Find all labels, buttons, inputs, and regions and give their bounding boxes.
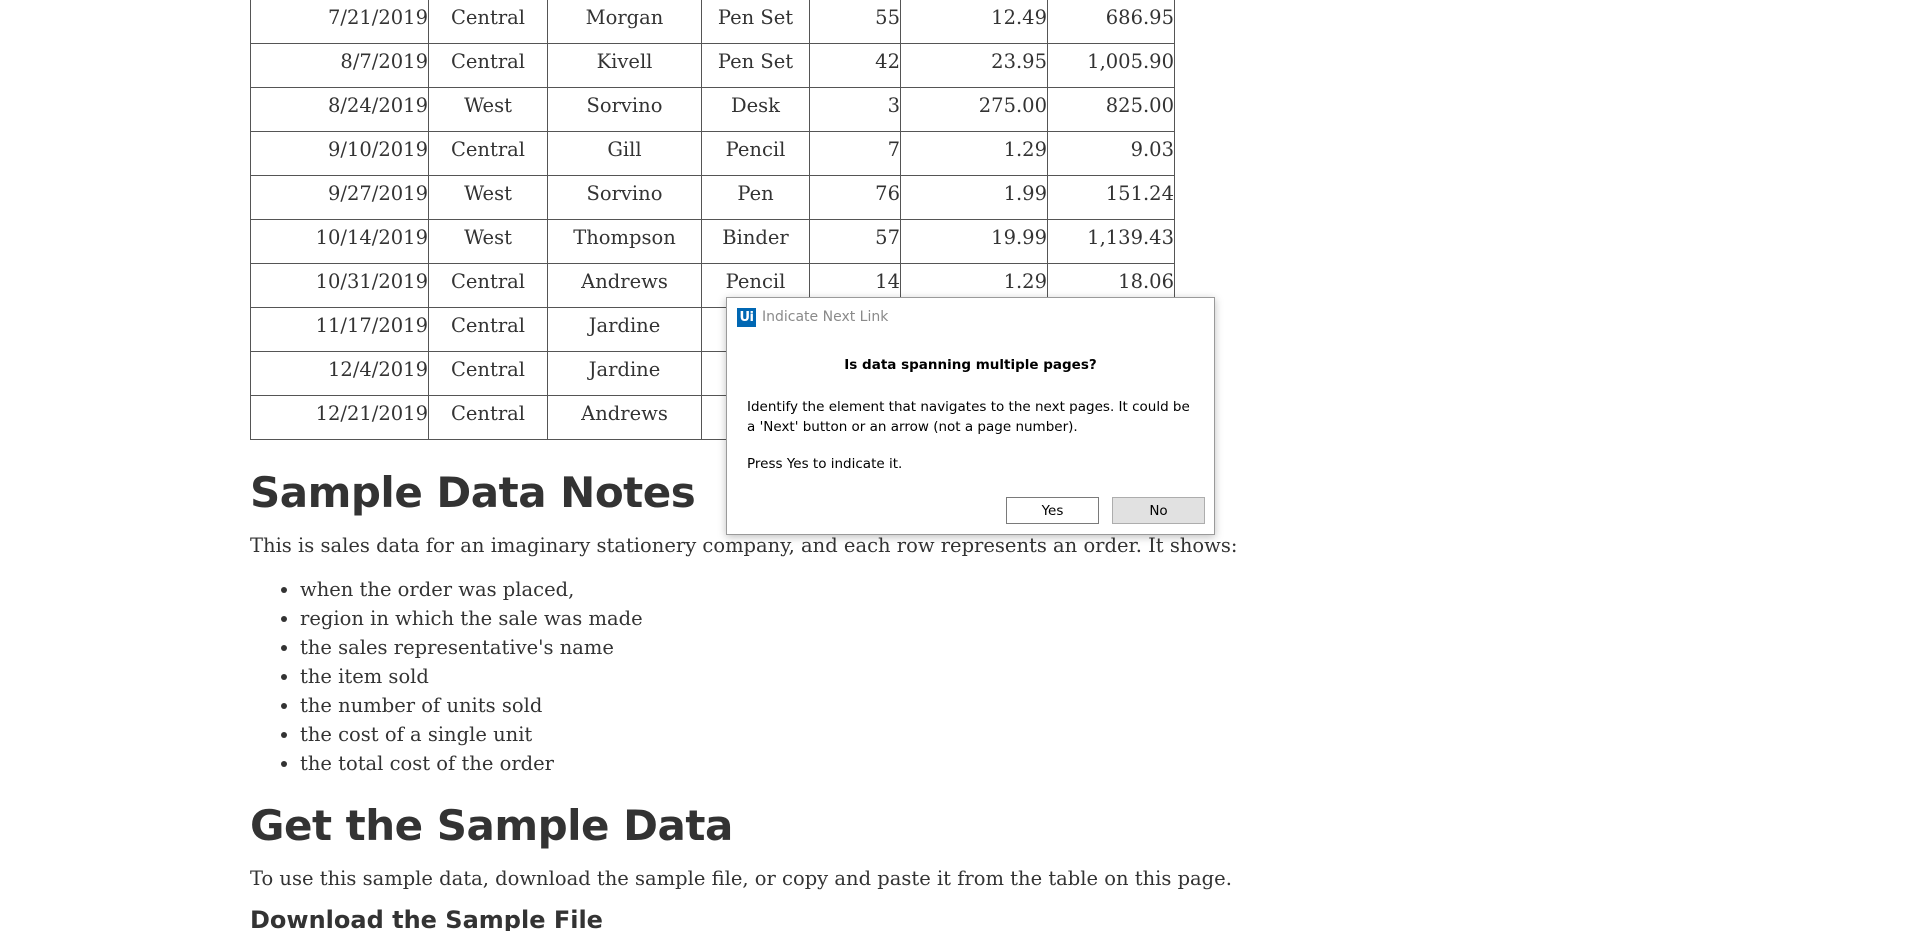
unit-cost-cell: 1.99 <box>900 175 1048 220</box>
unit-cost-cell: 23.95 <box>900 43 1048 88</box>
order-date-cell: 12/21/2019 <box>250 395 429 440</box>
units-cell: 3 <box>809 87 901 132</box>
order-date-cell: 8/24/2019 <box>250 87 429 132</box>
rep-cell: Thompson <box>547 219 702 264</box>
item-cell: Pen Set <box>701 0 810 44</box>
region-cell: West <box>428 175 548 220</box>
total-cell: 1,005.90 <box>1047 43 1175 88</box>
rep-cell: Kivell <box>547 43 702 88</box>
table-row: 8/24/2019 West Sorvino Desk 3 275.00 825.00 <box>250 87 1175 132</box>
table-row: 10/14/2019 West Thompson Binder 57 19.99 1,139… <box>250 219 1175 264</box>
item-cell: Binder <box>701 219 810 264</box>
item-cell: Pen <box>701 175 810 220</box>
order-date-cell: 9/27/2019 <box>250 175 429 220</box>
total-cell: 686.95 <box>1047 0 1175 44</box>
rep-cell: Andrews <box>547 263 702 308</box>
region-cell: Central <box>428 43 548 88</box>
region-cell: West <box>428 87 548 132</box>
total-cell: 825.00 <box>1047 87 1175 132</box>
dialog-prompt: Press Yes to indicate it. <box>747 456 903 472</box>
units-cell: 55 <box>809 0 901 44</box>
region-cell: West <box>428 219 548 264</box>
list-item: the sales representative's name <box>300 633 643 662</box>
table-row: 9/27/2019 West Sorvino Pen 76 1.99 151.24 <box>250 175 1175 220</box>
order-date-cell: 11/17/2019 <box>250 307 429 352</box>
item-cell: Desk <box>701 87 810 132</box>
list-item: when the order was placed, <box>300 575 643 604</box>
rep-cell: Sorvino <box>547 175 702 220</box>
notes-list: when the order was placed, region in whi… <box>250 575 643 778</box>
table-row: 7/21/2019 Central Morgan Pen Set 55 12.49 686.… <box>250 0 1175 44</box>
list-item: the item sold <box>300 662 643 691</box>
indicate-next-link-dialog: Ui Indicate Next Link Is data spanning m… <box>726 297 1215 535</box>
order-date-cell: 12/4/2019 <box>250 351 429 396</box>
unit-cost-cell: 275.00 <box>900 87 1048 132</box>
region-cell: Central <box>428 263 548 308</box>
order-date-cell: 10/14/2019 <box>250 219 429 264</box>
notes-intro-text: This is sales data for an imaginary stat… <box>250 534 1238 557</box>
region-cell: Central <box>428 131 548 176</box>
item-cell: Pencil <box>701 131 810 176</box>
dialog-question: Is data spanning multiple pages? <box>844 357 1097 373</box>
dialog-title: Indicate Next Link <box>762 309 889 325</box>
table-row: 8/7/2019 Central Kivell Pen Set 42 23.95 1,005… <box>250 43 1175 88</box>
units-cell: 7 <box>809 131 901 176</box>
list-item: region in which the sale was made <box>300 604 643 633</box>
order-date-cell: 7/21/2019 <box>250 0 429 44</box>
rep-cell: Andrews <box>547 395 702 440</box>
list-item: the number of units sold <box>300 691 643 720</box>
region-cell: Central <box>428 0 548 44</box>
order-date-cell: 8/7/2019 <box>250 43 429 88</box>
unit-cost-cell: 19.99 <box>900 219 1048 264</box>
list-item: the cost of a single unit <box>300 720 643 749</box>
unit-cost-cell: 12.49 <box>900 0 1048 44</box>
list-item: the total cost of the order <box>300 749 643 778</box>
order-date-cell: 10/31/2019 <box>250 263 429 308</box>
dialog-titlebar: Ui Indicate Next Link <box>737 307 888 327</box>
units-cell: 42 <box>809 43 901 88</box>
rep-cell: Jardine <box>547 351 702 396</box>
item-cell: Pen Set <box>701 43 810 88</box>
yes-button[interactable]: Yes <box>1006 497 1099 524</box>
rep-cell: Gill <box>547 131 702 176</box>
uipath-app-icon: Ui <box>737 307 756 327</box>
unit-cost-cell: 1.29 <box>900 131 1048 176</box>
region-cell: Central <box>428 395 548 440</box>
no-button[interactable]: No <box>1112 497 1205 524</box>
get-sample-data-heading: Get the Sample Data <box>250 801 733 850</box>
table-row: 9/10/2019 Central Gill Pencil 7 1.29 9.03 <box>250 131 1175 176</box>
get-data-intro-text: To use this sample data, download the sa… <box>250 867 1232 890</box>
total-cell: 9.03 <box>1047 131 1175 176</box>
units-cell: 57 <box>809 219 901 264</box>
region-cell: Central <box>428 351 548 396</box>
total-cell: 151.24 <box>1047 175 1175 220</box>
order-date-cell: 9/10/2019 <box>250 131 429 176</box>
region-cell: Central <box>428 307 548 352</box>
download-sample-file-heading: Download the Sample File <box>250 906 603 931</box>
total-cell: 1,139.43 <box>1047 219 1175 264</box>
rep-cell: Morgan <box>547 0 702 44</box>
dialog-message: Identify the element that navigates to t… <box>747 399 1190 435</box>
sample-data-notes-heading: Sample Data Notes <box>250 468 696 517</box>
rep-cell: Sorvino <box>547 87 702 132</box>
units-cell: 76 <box>809 175 901 220</box>
rep-cell: Jardine <box>547 307 702 352</box>
